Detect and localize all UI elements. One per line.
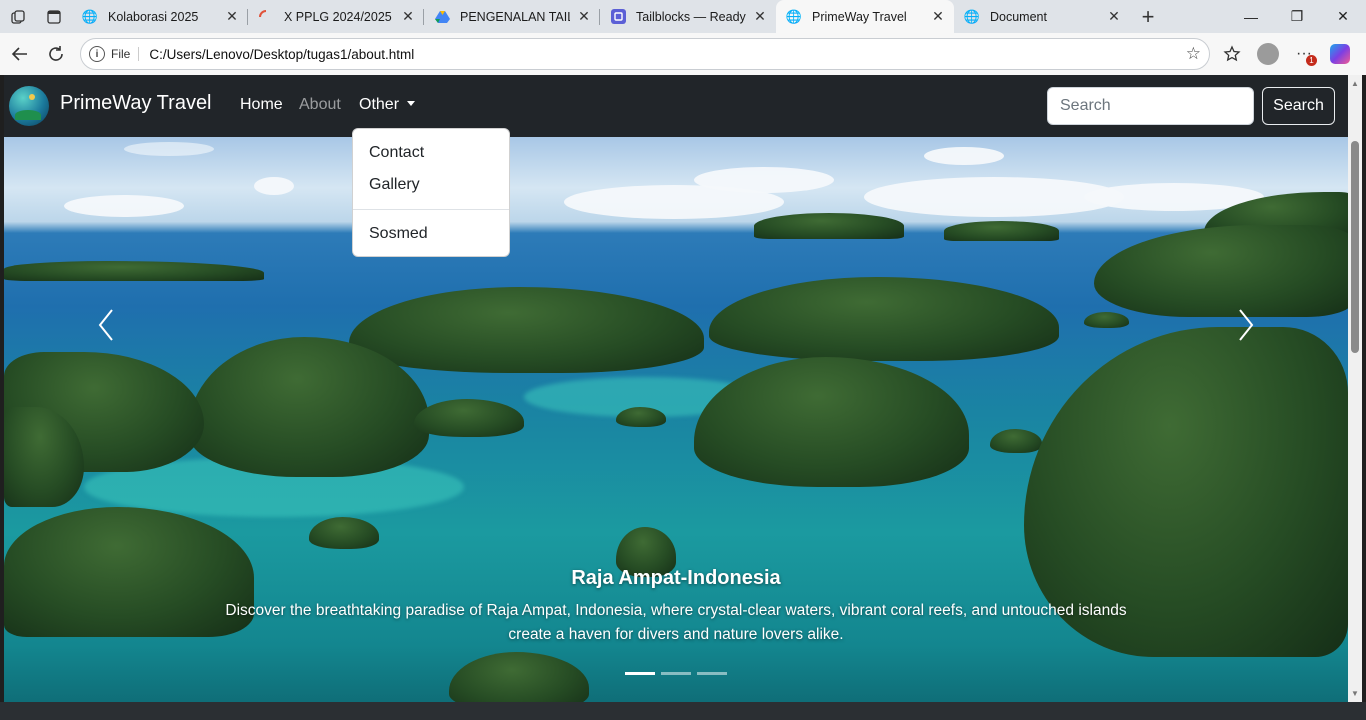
favorite-star-icon[interactable]: ☆	[1186, 44, 1201, 64]
carousel-indicator-3[interactable]	[697, 672, 727, 675]
info-icon[interactable]: i	[89, 46, 105, 62]
tab-x-pplg[interactable]: X PPLG 2024/2025 ✕	[248, 0, 424, 33]
nav-link-about[interactable]: About	[299, 96, 341, 114]
tab-title: PENGENALAN TAILWI	[460, 9, 570, 24]
tab-document[interactable]: 🌐 Document ✕	[954, 0, 1130, 33]
dropdown-item-contact[interactable]: Contact	[353, 137, 509, 169]
globe-icon: 🌐	[81, 8, 99, 24]
minimize-icon[interactable]: —	[1228, 0, 1274, 33]
nav-dropdown-label: Other	[359, 96, 400, 113]
tab-title: Document	[990, 9, 1047, 24]
vertical-tabs-icon[interactable]	[36, 0, 72, 33]
carousel-indicators	[625, 672, 727, 675]
tab-title: PrimeWay Travel	[812, 9, 907, 24]
window-controls: — ❐ ✕	[1228, 0, 1366, 33]
hero-carousel: Raja Ampat-Indonesia Discover the breath…	[4, 137, 1348, 702]
nav-link-home[interactable]: Home	[240, 96, 283, 114]
carousel-caption-text: Discover the breathtaking paradise of Ra…	[225, 602, 1127, 643]
profile-avatar-icon[interactable]	[1250, 36, 1286, 72]
tab-title: X PPLG 2024/2025	[284, 9, 392, 24]
site-navbar: PrimeWay Travel Home About Other Search	[4, 75, 1348, 137]
brand-name[interactable]: PrimeWay Travel	[60, 92, 212, 115]
more-options-icon[interactable]: ··· 1	[1286, 36, 1322, 72]
caret-down-icon	[407, 101, 416, 106]
close-tab-icon[interactable]: ✕	[752, 8, 768, 25]
other-dropdown-menu: Contact Gallery Sosmed	[352, 128, 510, 257]
tab-tailblocks[interactable]: Tailblocks — Ready-tc ✕	[600, 0, 776, 33]
close-tab-icon[interactable]: ✕	[576, 8, 592, 25]
workspaces-icon[interactable]	[0, 0, 36, 33]
scroll-up-icon[interactable]: ▲	[1351, 79, 1359, 88]
close-tab-icon[interactable]: ✕	[1106, 8, 1122, 25]
copilot-icon[interactable]	[1322, 36, 1358, 72]
close-tab-icon[interactable]: ✕	[224, 8, 240, 25]
globe-icon: 🌐	[785, 8, 803, 24]
address-bar[interactable]: i File C:/Users/Lenovo/Desktop/tugas1/ab…	[80, 38, 1210, 70]
carousel-prev-icon[interactable]	[96, 307, 116, 343]
dropdown-item-gallery[interactable]: Gallery	[353, 169, 509, 201]
close-tab-icon[interactable]: ✕	[930, 8, 946, 25]
restore-icon[interactable]: ❐	[1274, 0, 1320, 33]
brand-logo[interactable]	[9, 86, 49, 126]
tailblocks-icon	[610, 9, 626, 25]
nav-dropdown-other[interactable]: Other	[359, 96, 416, 114]
new-tab-button[interactable]: +	[1130, 0, 1166, 33]
page-viewport: Raja Ampat-Indonesia Discover the breath…	[4, 75, 1348, 702]
tab-pengenalan[interactable]: PENGENALAN TAILWI ✕	[424, 0, 600, 33]
close-window-icon[interactable]: ✕	[1320, 0, 1366, 33]
url-text[interactable]: C:/Users/Lenovo/Desktop/tugas1/about.htm…	[149, 47, 414, 62]
scheme-label: File	[111, 47, 140, 61]
drive-icon	[434, 9, 450, 25]
search-input[interactable]	[1047, 87, 1254, 125]
close-tab-icon[interactable]: ✕	[400, 8, 416, 25]
tab-title: Kolaborasi 2025	[108, 9, 199, 24]
browser-tab-strip: 🌐 Kolaborasi 2025 ✕ X PPLG 2024/2025 ✕ P…	[0, 0, 1366, 33]
carousel-next-icon[interactable]	[1236, 307, 1256, 343]
globe-icon: 🌐	[963, 8, 981, 24]
carousel-indicator-1[interactable]	[625, 672, 655, 675]
scroll-thumb[interactable]	[1351, 141, 1359, 353]
back-icon[interactable]	[2, 36, 38, 72]
page-bottom-edge	[0, 702, 1366, 720]
browser-toolbar: i File C:/Users/Lenovo/Desktop/tugas1/ab…	[0, 33, 1366, 75]
notification-badge: 1	[1306, 55, 1317, 66]
toolbar-actions: ··· 1	[1214, 36, 1358, 72]
tab-primeway-active[interactable]: 🌐 PrimeWay Travel ✕	[776, 0, 954, 33]
tab-title: Tailblocks — Ready-tc	[636, 9, 746, 24]
carousel-indicator-2[interactable]	[661, 672, 691, 675]
dropdown-divider	[353, 209, 509, 210]
dropdown-item-sosmed[interactable]: Sosmed	[353, 218, 509, 250]
tab-kolaborasi[interactable]: 🌐 Kolaborasi 2025 ✕	[72, 0, 248, 33]
favorites-icon[interactable]	[1214, 36, 1250, 72]
scroll-down-icon[interactable]: ▼	[1351, 689, 1359, 698]
loading-icon	[258, 9, 274, 25]
carousel-caption-title: Raja Ampat-Indonesia	[571, 567, 781, 589]
page-scrollbar[interactable]: ▲ ▼	[1348, 75, 1362, 702]
refresh-icon[interactable]	[38, 36, 74, 72]
search-button[interactable]: Search	[1262, 87, 1335, 125]
